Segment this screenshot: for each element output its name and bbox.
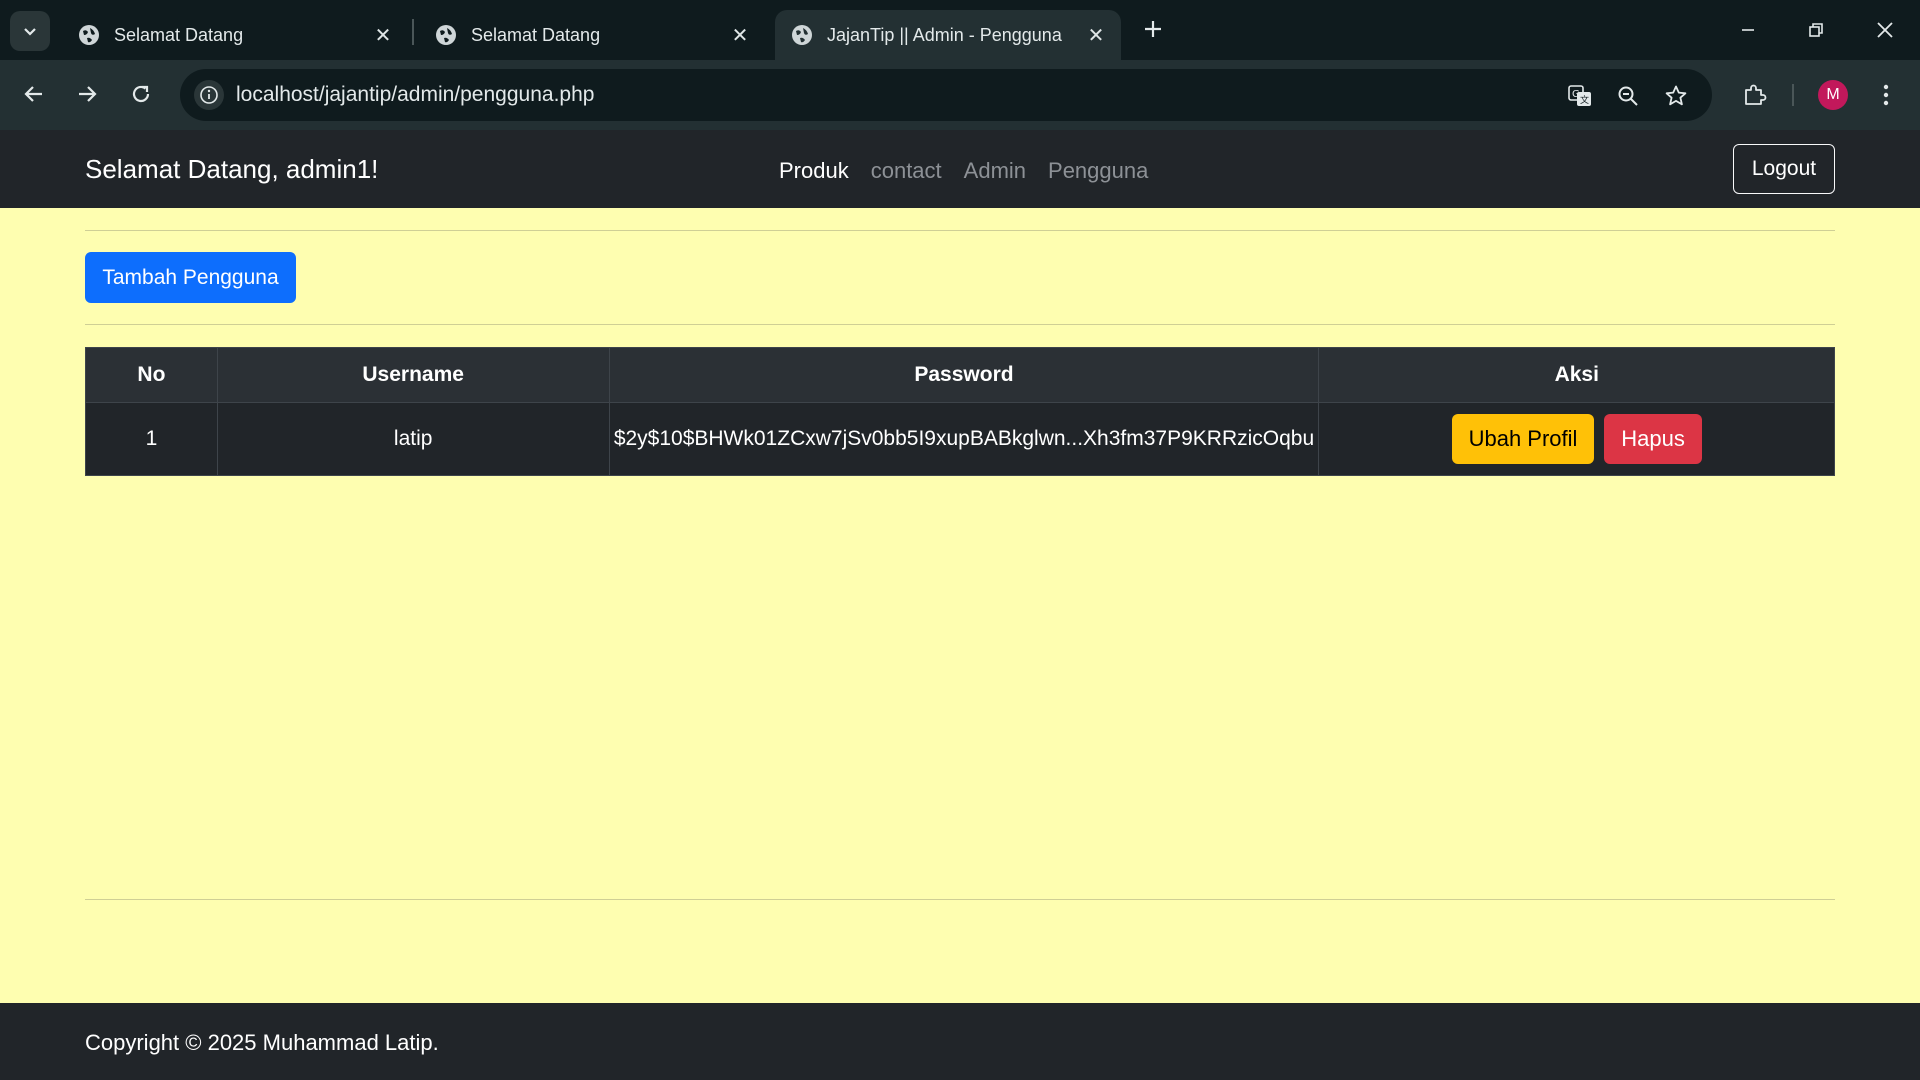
edit-profile-button[interactable]: Ubah Profil xyxy=(1451,414,1595,464)
translate-icon[interactable]: G文 xyxy=(1566,82,1594,110)
nav-link-admin[interactable]: Admin xyxy=(964,158,1026,184)
cell-password: $2y$10$BHWk01ZCxw7jSv0bb5I9xupBABkglwn..… xyxy=(608,402,1320,476)
site-info-icon[interactable] xyxy=(194,80,224,110)
close-icon[interactable]: ✕ xyxy=(370,22,396,48)
new-tab-button[interactable] xyxy=(1138,14,1168,44)
restore-button[interactable] xyxy=(1793,10,1839,50)
cell-username: latip xyxy=(216,402,610,476)
browser-tab-2[interactable]: Selamat Datang ✕ xyxy=(419,10,765,60)
arrow-left-icon xyxy=(24,86,42,102)
divider-middle xyxy=(85,324,1835,325)
globe-icon xyxy=(436,25,456,45)
divider-top xyxy=(85,230,1835,231)
tab-search-button[interactable] xyxy=(10,11,50,51)
window-close-button[interactable] xyxy=(1862,10,1908,50)
cell-actions: Ubah Profil Hapus xyxy=(1318,402,1835,476)
zoom-icon[interactable] xyxy=(1614,82,1642,110)
delete-button[interactable]: Hapus xyxy=(1604,414,1702,464)
tab-title: JajanTip || Admin - Pengguna xyxy=(827,24,1062,45)
table-row: 1 latip $2y$10$BHWk01ZCxw7jSv0bb5I9xupBA… xyxy=(85,402,1835,476)
browser-tab-strip: Selamat Datang ✕ Selamat Datang ✕ JajanT… xyxy=(0,0,1920,60)
tab-separator xyxy=(412,19,414,45)
close-icon[interactable]: ✕ xyxy=(727,22,753,48)
globe-icon xyxy=(79,25,99,45)
address-bar[interactable]: localhost/jajantip/admin/pengguna.php G文 xyxy=(180,69,1712,121)
column-header-username: Username xyxy=(216,347,610,403)
forward-button[interactable] xyxy=(67,74,107,114)
reload-button[interactable] xyxy=(121,74,161,114)
minimize-button[interactable] xyxy=(1725,10,1771,50)
footer-copyright: Copyright © 2025 Muhammad Latip. xyxy=(85,1030,439,1055)
users-table: No Username Password Aksi 1 latip $2y$10… xyxy=(85,347,1835,476)
cell-no: 1 xyxy=(85,402,218,476)
url-text[interactable]: localhost/jajantip/admin/pengguna.php xyxy=(236,83,594,107)
site-footer: Copyright © 2025 Muhammad Latip. xyxy=(0,1003,1920,1080)
restore-icon xyxy=(1809,23,1823,37)
close-icon xyxy=(1877,22,1893,38)
extensions-icon[interactable] xyxy=(1736,77,1772,113)
logout-button[interactable]: Logout xyxy=(1733,144,1835,194)
browser-tab-1[interactable]: Selamat Datang ✕ xyxy=(62,10,408,60)
menu-kebab-icon[interactable] xyxy=(1868,77,1904,113)
chevron-down-icon xyxy=(24,28,36,36)
close-icon[interactable]: ✕ xyxy=(1083,22,1109,48)
table-header-row: No Username Password Aksi xyxy=(85,347,1835,403)
nav-link-contact[interactable]: contact xyxy=(871,158,942,184)
svg-text:文: 文 xyxy=(1580,94,1589,106)
tab-title: Selamat Datang xyxy=(471,24,601,45)
toolbar-divider xyxy=(1792,84,1794,106)
arrow-right-icon xyxy=(79,86,97,102)
column-header-password: Password xyxy=(608,347,1320,403)
divider-bottom xyxy=(85,899,1835,900)
column-header-aksi: Aksi xyxy=(1318,347,1835,403)
reload-icon xyxy=(132,85,150,103)
plus-icon xyxy=(1145,21,1161,37)
nav-links: Produk contact Admin Pengguna xyxy=(779,158,1148,184)
tab-title: Selamat Datang xyxy=(114,24,244,45)
back-button[interactable] xyxy=(14,74,54,114)
globe-icon xyxy=(792,25,812,45)
bookmark-star-icon[interactable] xyxy=(1662,82,1690,110)
browser-toolbar: localhost/jajantip/admin/pengguna.php G文… xyxy=(0,60,1920,130)
nav-link-pengguna[interactable]: Pengguna xyxy=(1048,158,1148,184)
browser-tab-active[interactable]: JajanTip || Admin - Pengguna ✕ xyxy=(775,10,1121,60)
add-user-button[interactable]: Tambah Pengguna xyxy=(85,252,296,303)
site-navbar: Selamat Datang, admin1! Produk contact A… xyxy=(0,130,1920,208)
profile-avatar[interactable]: M xyxy=(1818,80,1848,110)
navbar-brand[interactable]: Selamat Datang, admin1! xyxy=(85,154,378,185)
column-header-no: No xyxy=(85,347,218,403)
minimize-icon xyxy=(1742,29,1754,31)
svg-text:G: G xyxy=(1572,89,1580,100)
nav-link-produk[interactable]: Produk xyxy=(779,158,849,184)
